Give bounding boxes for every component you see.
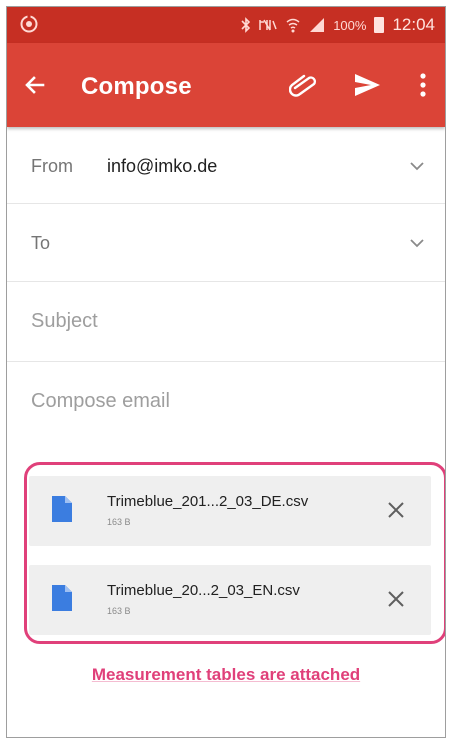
circle-notification-icon bbox=[20, 15, 38, 33]
battery-icon bbox=[374, 17, 385, 33]
attachment-size: 163 B bbox=[107, 606, 131, 616]
body-placeholder: Compose email bbox=[31, 390, 170, 412]
paperclip-icon[interactable] bbox=[289, 72, 319, 98]
to-input[interactable] bbox=[77, 219, 377, 267]
send-icon[interactable] bbox=[352, 71, 382, 99]
file-icon bbox=[52, 496, 72, 522]
attachment-card[interactable]: Trimeblue_20...2_03_EN.csv 163 B bbox=[29, 565, 431, 635]
to-row[interactable]: To bbox=[7, 204, 445, 282]
more-vertical-icon[interactable] bbox=[413, 71, 433, 99]
file-icon bbox=[52, 585, 72, 611]
bluetooth-icon bbox=[241, 17, 251, 33]
from-label: From bbox=[31, 156, 73, 176]
close-icon[interactable] bbox=[387, 501, 405, 519]
mute-icon bbox=[259, 19, 277, 31]
from-value[interactable]: info@imko.de bbox=[107, 156, 217, 177]
status-bar: 100% 12:04 bbox=[7, 7, 445, 43]
close-icon[interactable] bbox=[387, 590, 405, 608]
attachment-card[interactable]: Trimeblue_201...2_03_DE.csv 163 B bbox=[29, 476, 431, 546]
signal-icon bbox=[310, 18, 325, 32]
compose-body-field[interactable]: Compose email bbox=[7, 362, 445, 452]
from-row[interactable]: From info@imko.de bbox=[7, 127, 445, 204]
status-time: 12:04 bbox=[392, 15, 435, 34]
subject-placeholder: Subject bbox=[31, 310, 98, 332]
chevron-down-icon[interactable] bbox=[409, 161, 425, 171]
annotation-caption: Measurement tables are attached bbox=[91, 665, 361, 684]
battery-percent: 100% bbox=[333, 17, 367, 33]
attachment-name: Trimeblue_201...2_03_DE.csv bbox=[107, 493, 309, 510]
page-title: Compose bbox=[81, 73, 192, 100]
subject-field[interactable]: Subject bbox=[7, 282, 445, 362]
app-bar: Compose bbox=[7, 43, 445, 127]
attachment-name: Trimeblue_20...2_03_EN.csv bbox=[107, 582, 300, 599]
wifi-icon bbox=[286, 18, 300, 33]
to-label: To bbox=[31, 233, 51, 253]
arrow-left-icon[interactable] bbox=[21, 71, 49, 99]
attachment-size: 163 B bbox=[107, 517, 131, 527]
chevron-down-icon[interactable] bbox=[409, 238, 425, 248]
phone-screen: 100% 12:04 Compose From info@imko.de To … bbox=[6, 6, 446, 738]
